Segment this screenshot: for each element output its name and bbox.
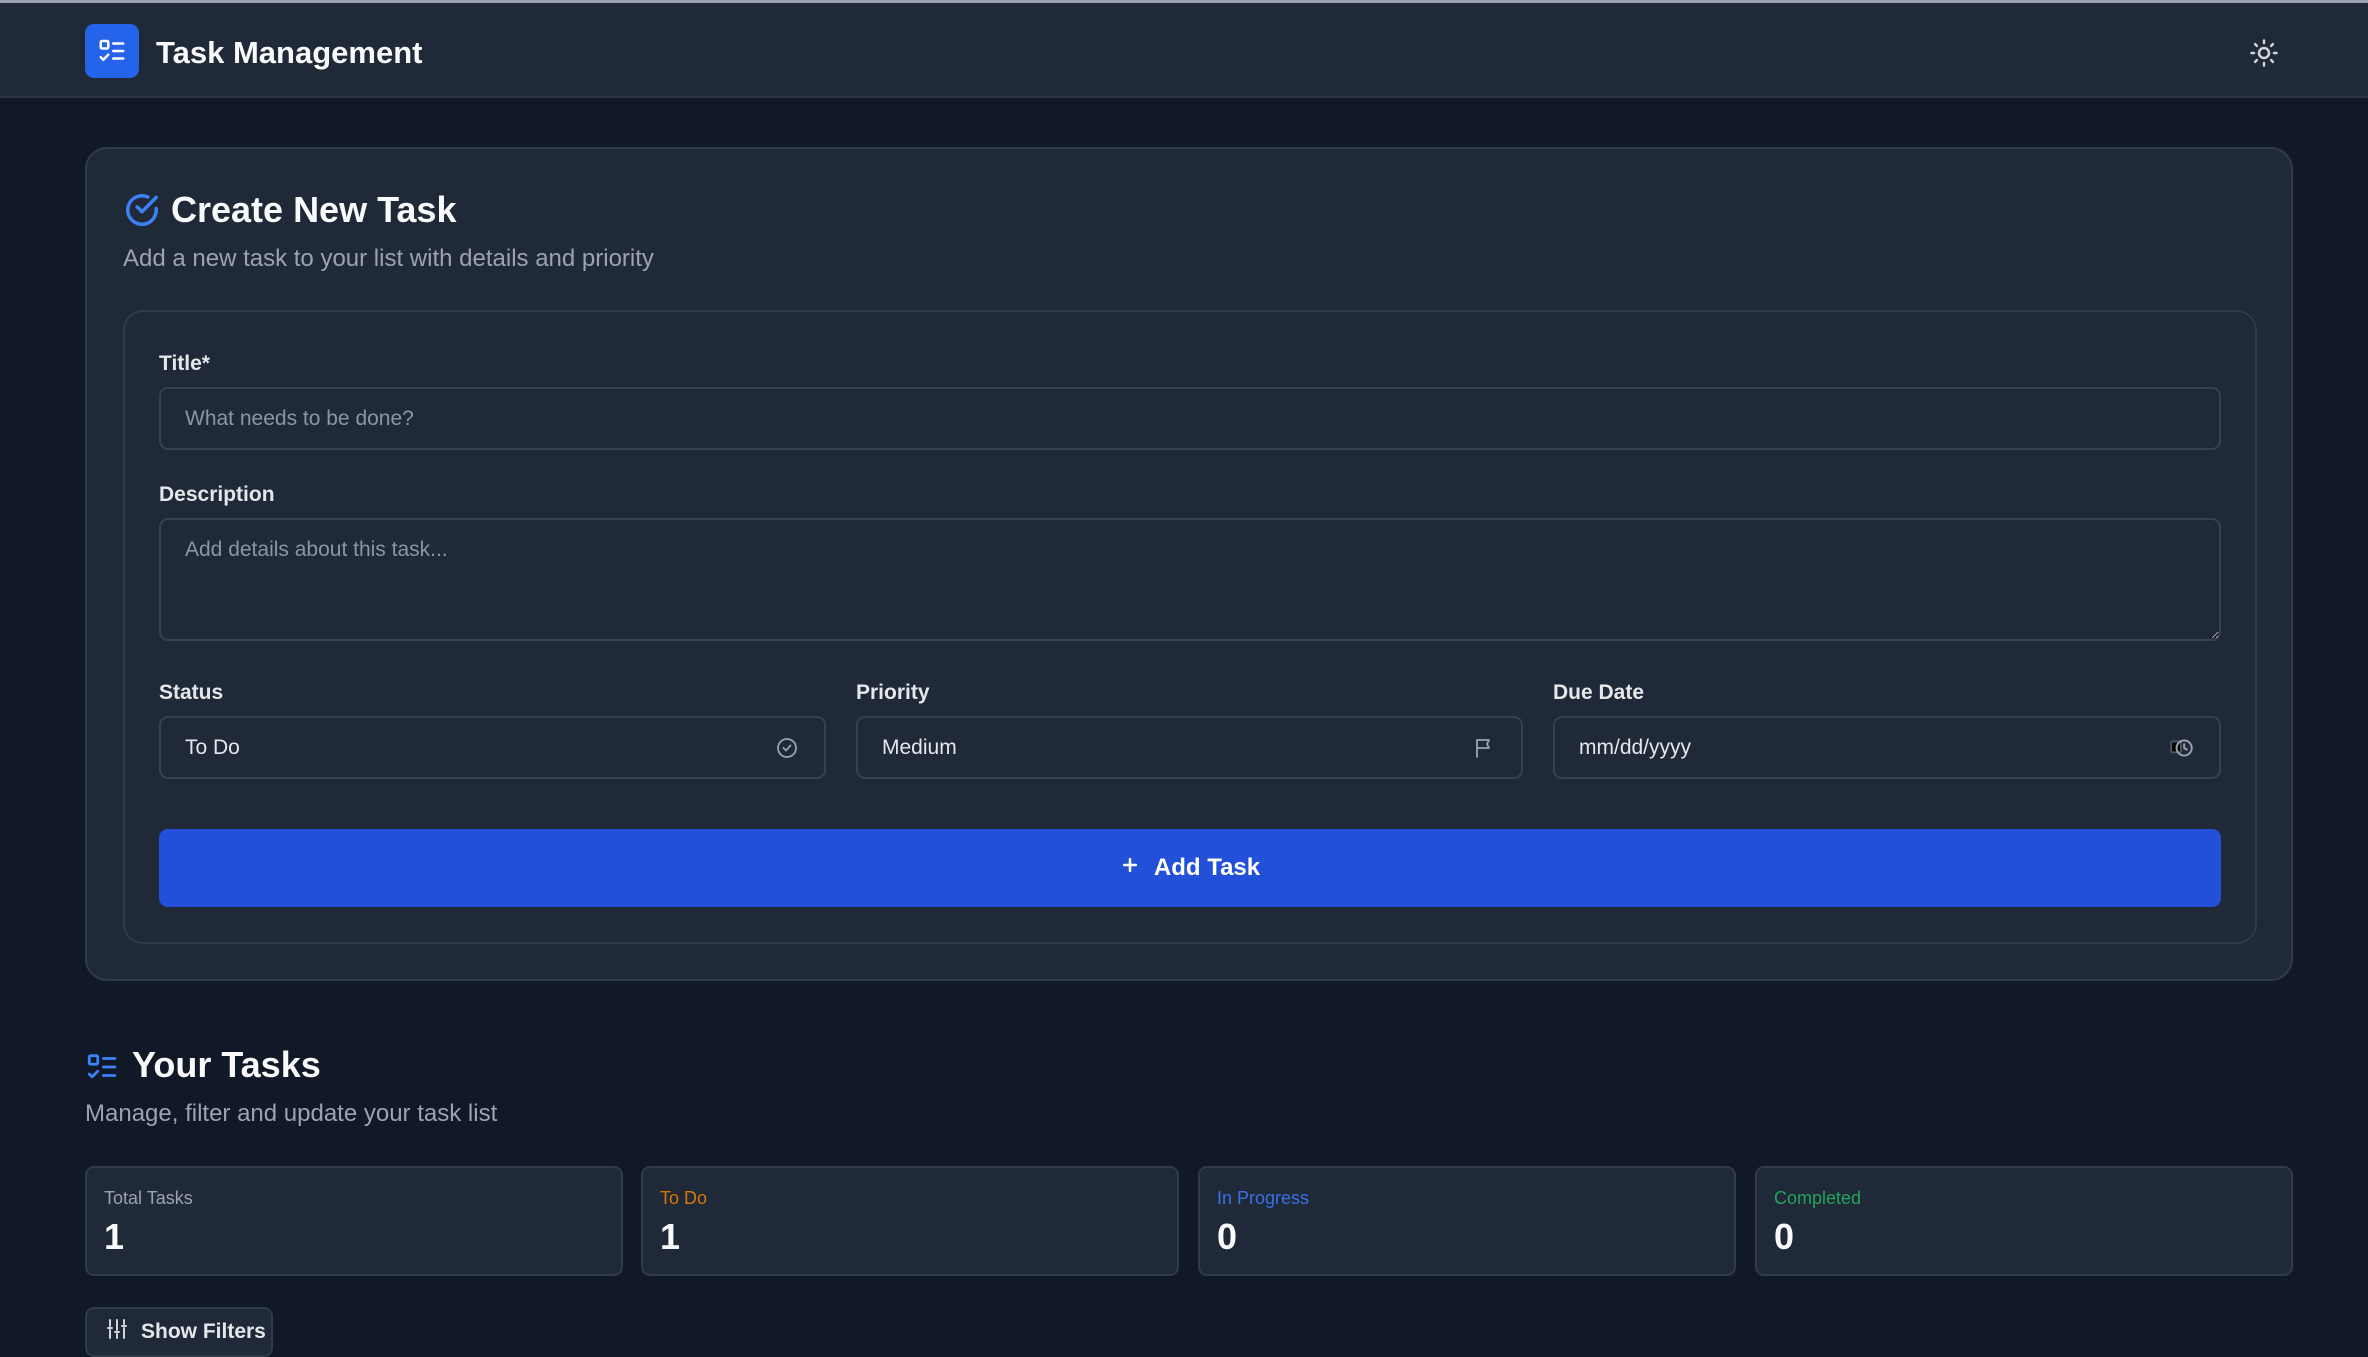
stat-label: Total Tasks — [104, 1188, 193, 1208]
stat-value: 0 — [1217, 1216, 1238, 1257]
show-filters-label: Show Filters — [141, 1320, 266, 1343]
stat-card-todo: To Do 1 — [641, 1166, 1179, 1276]
check-circle-icon — [126, 194, 158, 226]
stat-card-completed: Completed 0 — [1755, 1166, 2293, 1276]
stat-value: 0 — [1774, 1216, 1795, 1257]
create-task-card: Create New Task Add a new task to your l… — [85, 147, 2293, 981]
status-select[interactable]: To Do — [159, 716, 826, 779]
priority-select[interactable]: Medium — [856, 716, 1523, 779]
top-navbar: Task Management — [0, 0, 2368, 98]
theme-toggle-button[interactable] — [2244, 33, 2284, 73]
checklist-icon — [99, 39, 125, 61]
add-task-label: Add Task — [1153, 854, 1261, 881]
due-date-label: Due Date — [1553, 681, 1645, 704]
stat-label: To Do — [660, 1188, 708, 1208]
due-date-input[interactable]: mm/dd/yyyy — [1553, 716, 2221, 779]
title-label: Title* — [159, 352, 210, 375]
your-tasks-subtitle: Manage, filter and update your task list — [85, 1100, 498, 1127]
create-task-title: Create New Task — [171, 189, 457, 230]
task-form: Title* Description Status To Do Priority… — [123, 310, 2257, 944]
stat-value: 1 — [660, 1216, 681, 1257]
show-filters-button[interactable]: Show Filters — [85, 1307, 273, 1357]
app-title: Task Management — [156, 35, 423, 70]
checklist-icon — [87, 1054, 117, 1079]
status-label: Status — [159, 681, 224, 704]
sliders-icon — [105, 1317, 129, 1347]
title-input[interactable] — [159, 387, 2221, 450]
create-task-subtitle: Add a new task to your list with details… — [123, 245, 654, 272]
stat-label: In Progress — [1217, 1188, 1310, 1208]
stat-label: Completed — [1774, 1188, 1862, 1208]
description-textarea[interactable] — [159, 518, 2221, 641]
sun-icon — [2250, 39, 2278, 67]
app-logo — [85, 24, 139, 78]
add-task-button[interactable]: Add Task — [159, 829, 2221, 907]
status-value: To Do — [185, 735, 240, 759]
stat-value: 1 — [104, 1216, 125, 1257]
calendar-clock-icon[interactable] — [2169, 735, 2195, 761]
priority-value: Medium — [882, 735, 957, 759]
due-date-value: mm/dd/yyyy — [1579, 735, 1692, 759]
your-tasks-title: Your Tasks — [132, 1044, 321, 1085]
description-label: Description — [159, 483, 275, 506]
flag-icon — [1471, 735, 1497, 761]
stat-card-in-progress: In Progress 0 — [1198, 1166, 1736, 1276]
stat-card-total: Total Tasks 1 — [85, 1166, 623, 1276]
priority-label: Priority — [856, 681, 930, 704]
plus-icon — [1120, 854, 1140, 882]
check-circle-icon — [774, 735, 800, 761]
